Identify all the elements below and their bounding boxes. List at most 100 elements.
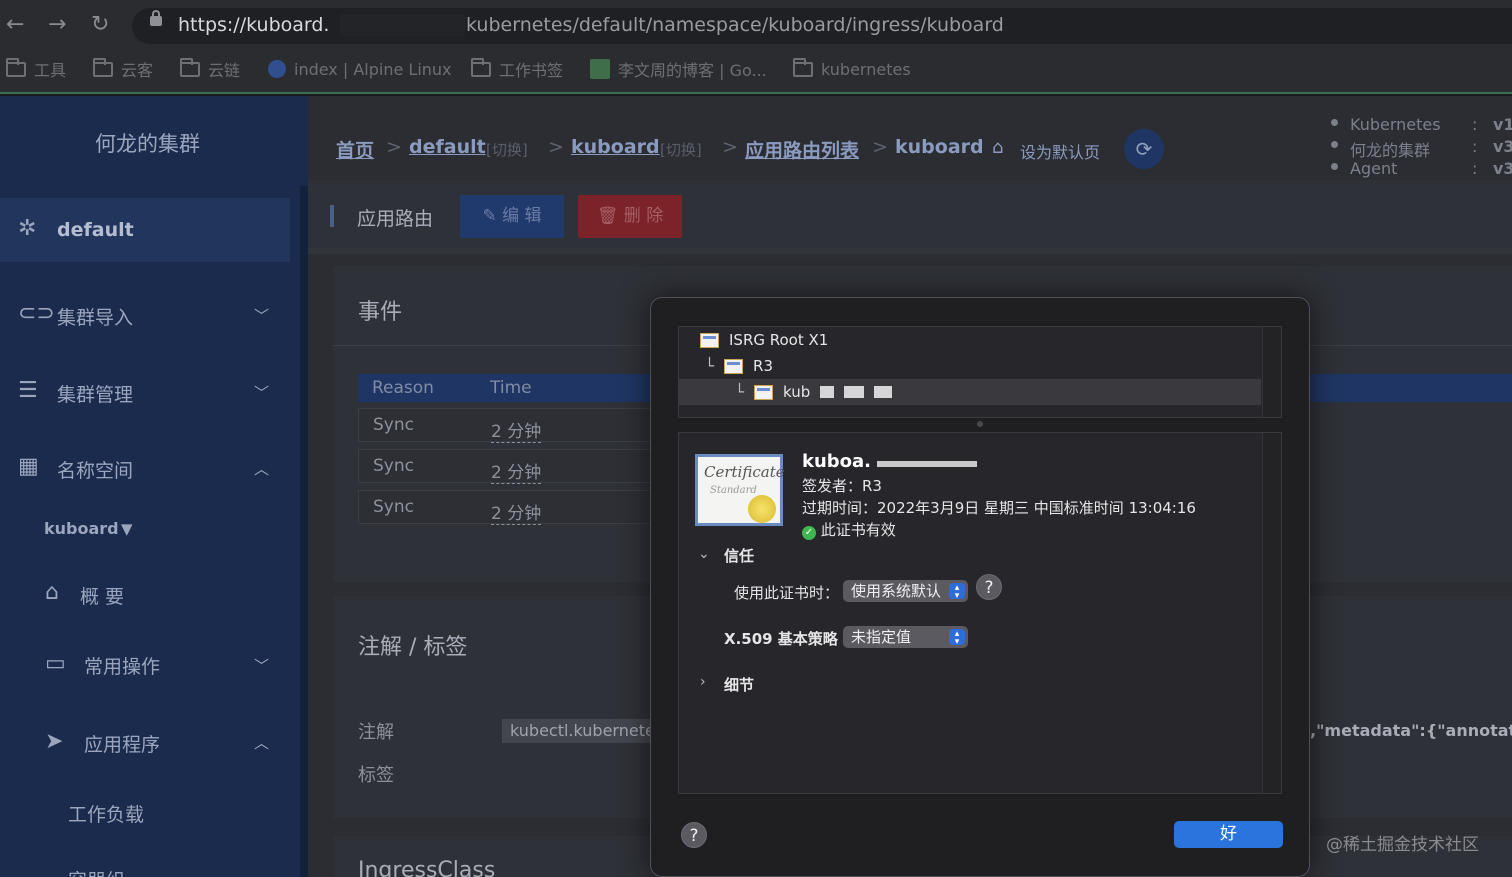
chain-item-leaf[interactable]: └ kub <box>735 383 893 401</box>
ingressclass-title: IngressClass <box>358 858 496 877</box>
redacted <box>874 386 893 398</box>
version-value: v1 <box>1493 115 1512 134</box>
breadcrumb-ingress-list[interactable]: 应用路由列表 <box>745 136 859 163</box>
split-handle[interactable] <box>977 421 983 427</box>
certificate-icon <box>724 358 744 374</box>
stack-icon: ☰ <box>18 378 38 403</box>
dialog-help-button[interactable]: ? <box>681 822 707 848</box>
certificate-status: ✓ 此证书有效 <box>802 519 896 540</box>
folder-icon: ▭ <box>45 651 66 676</box>
breadcrumb-separator: > <box>872 136 888 158</box>
details-section[interactable]: 细节 <box>724 674 754 695</box>
chevron-down-icon[interactable]: ﹀ <box>254 305 269 326</box>
sidebar-item-apps[interactable]: 应用程序 <box>84 730 160 757</box>
label-label: 标签 <box>358 765 394 786</box>
version-name: Agent <box>1350 159 1398 178</box>
certificate-expiry: 过期时间：2022年3月9日 星期三 中国标准时间 13:04:16 <box>802 499 1196 517</box>
annotations-title: 注解 / 标签 <box>358 635 468 660</box>
edit-button[interactable]: ✎ 编 辑 <box>460 195 564 238</box>
certificate-name: kuboa. <box>802 451 978 472</box>
breadcrumb-namespace[interactable]: kuboard <box>571 136 660 158</box>
sidebar-item-default[interactable] <box>0 198 290 262</box>
detail-scrollbar[interactable] <box>1262 433 1281 793</box>
back-icon[interactable]: ← <box>6 12 24 37</box>
page-title: 应用路由 <box>357 208 434 230</box>
sidebar-item-namespace[interactable]: 名称空间 <box>57 456 133 483</box>
chain-scrollbar[interactable] <box>1262 327 1281 417</box>
check-icon: ✓ <box>802 526 816 540</box>
bullet <box>1331 119 1338 126</box>
breadcrumb-separator: > <box>548 136 564 158</box>
sidebar-item-pods[interactable]: 容器组 <box>68 866 125 877</box>
reload-icon[interactable]: ↻ <box>91 12 109 37</box>
trust-help-button[interactable]: ? <box>976 574 1002 600</box>
chain-item-root[interactable]: ISRG Root X1 <box>700 331 828 349</box>
sidebar-scrollbar[interactable] <box>300 186 308 877</box>
forward-icon[interactable]: → <box>48 12 66 37</box>
bullet <box>1331 141 1338 148</box>
bookmark[interactable]: 云客 <box>93 57 153 80</box>
sidebar-item-manage[interactable]: 集群管理 <box>57 380 133 407</box>
seal-icon <box>748 495 776 523</box>
certificate-icon <box>754 384 774 400</box>
chain-item-intermediate[interactable]: └ R3 <box>705 357 773 375</box>
sidebar-item-import[interactable]: 集群导入 <box>57 303 133 330</box>
delete-button[interactable]: 🗑 删 除 <box>578 195 682 238</box>
chevron-up-icon[interactable]: ︿ <box>254 458 269 479</box>
link-icon: ⊂⊃ <box>18 301 55 326</box>
breadcrumb-separator: > <box>722 136 738 158</box>
version-sep: : <box>1472 137 1478 156</box>
chevron-down-icon[interactable]: ⌄ <box>698 546 710 562</box>
ok-button[interactable]: 好 <box>1174 821 1283 848</box>
gear-icon: ✲ <box>18 216 37 241</box>
event-reason: Sync <box>373 497 414 517</box>
sidebar-item-common-ops[interactable]: 常用操作 <box>84 652 160 679</box>
refresh-button[interactable]: ⟳ <box>1124 129 1164 169</box>
url-redacted <box>340 14 465 36</box>
bookmark[interactable]: kubernetes <box>793 57 911 79</box>
globe-icon <box>268 60 286 78</box>
chevron-right-icon[interactable]: › <box>700 674 706 690</box>
breadcrumb-switch[interactable]: [切换] <box>486 139 528 160</box>
sidebar-item-label: default <box>57 219 134 241</box>
x509-select[interactable]: 未指定值 ▴ ▾ <box>843 626 968 648</box>
chevron-down-icon[interactable]: ﹀ <box>254 655 269 676</box>
breadcrumb-separator: > <box>386 136 402 158</box>
grid-icon: ▦ <box>18 454 39 479</box>
folder-icon <box>93 57 113 77</box>
send-icon: ➤ <box>45 729 64 754</box>
url-host: https://kuboard. <box>178 14 330 36</box>
url-path: kubernetes/default/namespace/kuboard/ing… <box>466 14 1004 36</box>
bookmark[interactable]: 李文周的博客 | Go... <box>590 59 767 80</box>
cluster-name: 何龙的集群 <box>95 132 200 156</box>
breadcrumb-home[interactable]: 首页 <box>336 136 374 163</box>
select-arrows-icon: ▴ ▾ <box>949 629 965 647</box>
trust-section[interactable]: 信任 <box>724 545 754 566</box>
certificate-icon <box>700 332 719 348</box>
set-default-link[interactable]: 设为默认页 <box>1020 139 1100 163</box>
sidebar-item-workloads[interactable]: 工作负载 <box>68 800 144 827</box>
redacted <box>844 386 865 398</box>
bookmark[interactable]: 工作书签 <box>471 57 563 80</box>
event-time: 2 分钟 <box>491 417 542 443</box>
breadcrumb-cluster[interactable]: default <box>409 136 486 158</box>
events-title: 事件 <box>358 300 403 325</box>
certificate-issuer: 签发者：R3 <box>802 477 882 495</box>
version-value: v3 <box>1493 137 1512 156</box>
bookmark[interactable]: index | Alpine Linux <box>268 59 452 79</box>
version-name: 何龙的集群 <box>1350 141 1431 160</box>
home-icon: ⌂ <box>992 137 1004 158</box>
caret-down-icon[interactable]: ▼ <box>121 520 133 538</box>
refresh-icon: ⟳ <box>1135 137 1153 161</box>
version-sep: : <box>1472 115 1478 134</box>
version-value: v3 <box>1493 159 1512 178</box>
bookmark[interactable]: 工具 <box>6 57 66 80</box>
when-using-select[interactable]: 使用系统默认 ▴ ▾ <box>843 580 968 602</box>
sidebar-item-overview[interactable]: 概 要 <box>80 582 124 609</box>
bookmark[interactable]: 云链 <box>180 57 240 80</box>
namespace-selector[interactable]: kuboard <box>44 519 119 538</box>
chevron-down-icon[interactable]: ﹀ <box>254 382 269 403</box>
chevron-up-icon[interactable]: ︿ <box>254 732 269 753</box>
select-arrows-icon: ▴ ▾ <box>949 583 965 601</box>
breadcrumb-switch[interactable]: [切换] <box>660 139 702 160</box>
